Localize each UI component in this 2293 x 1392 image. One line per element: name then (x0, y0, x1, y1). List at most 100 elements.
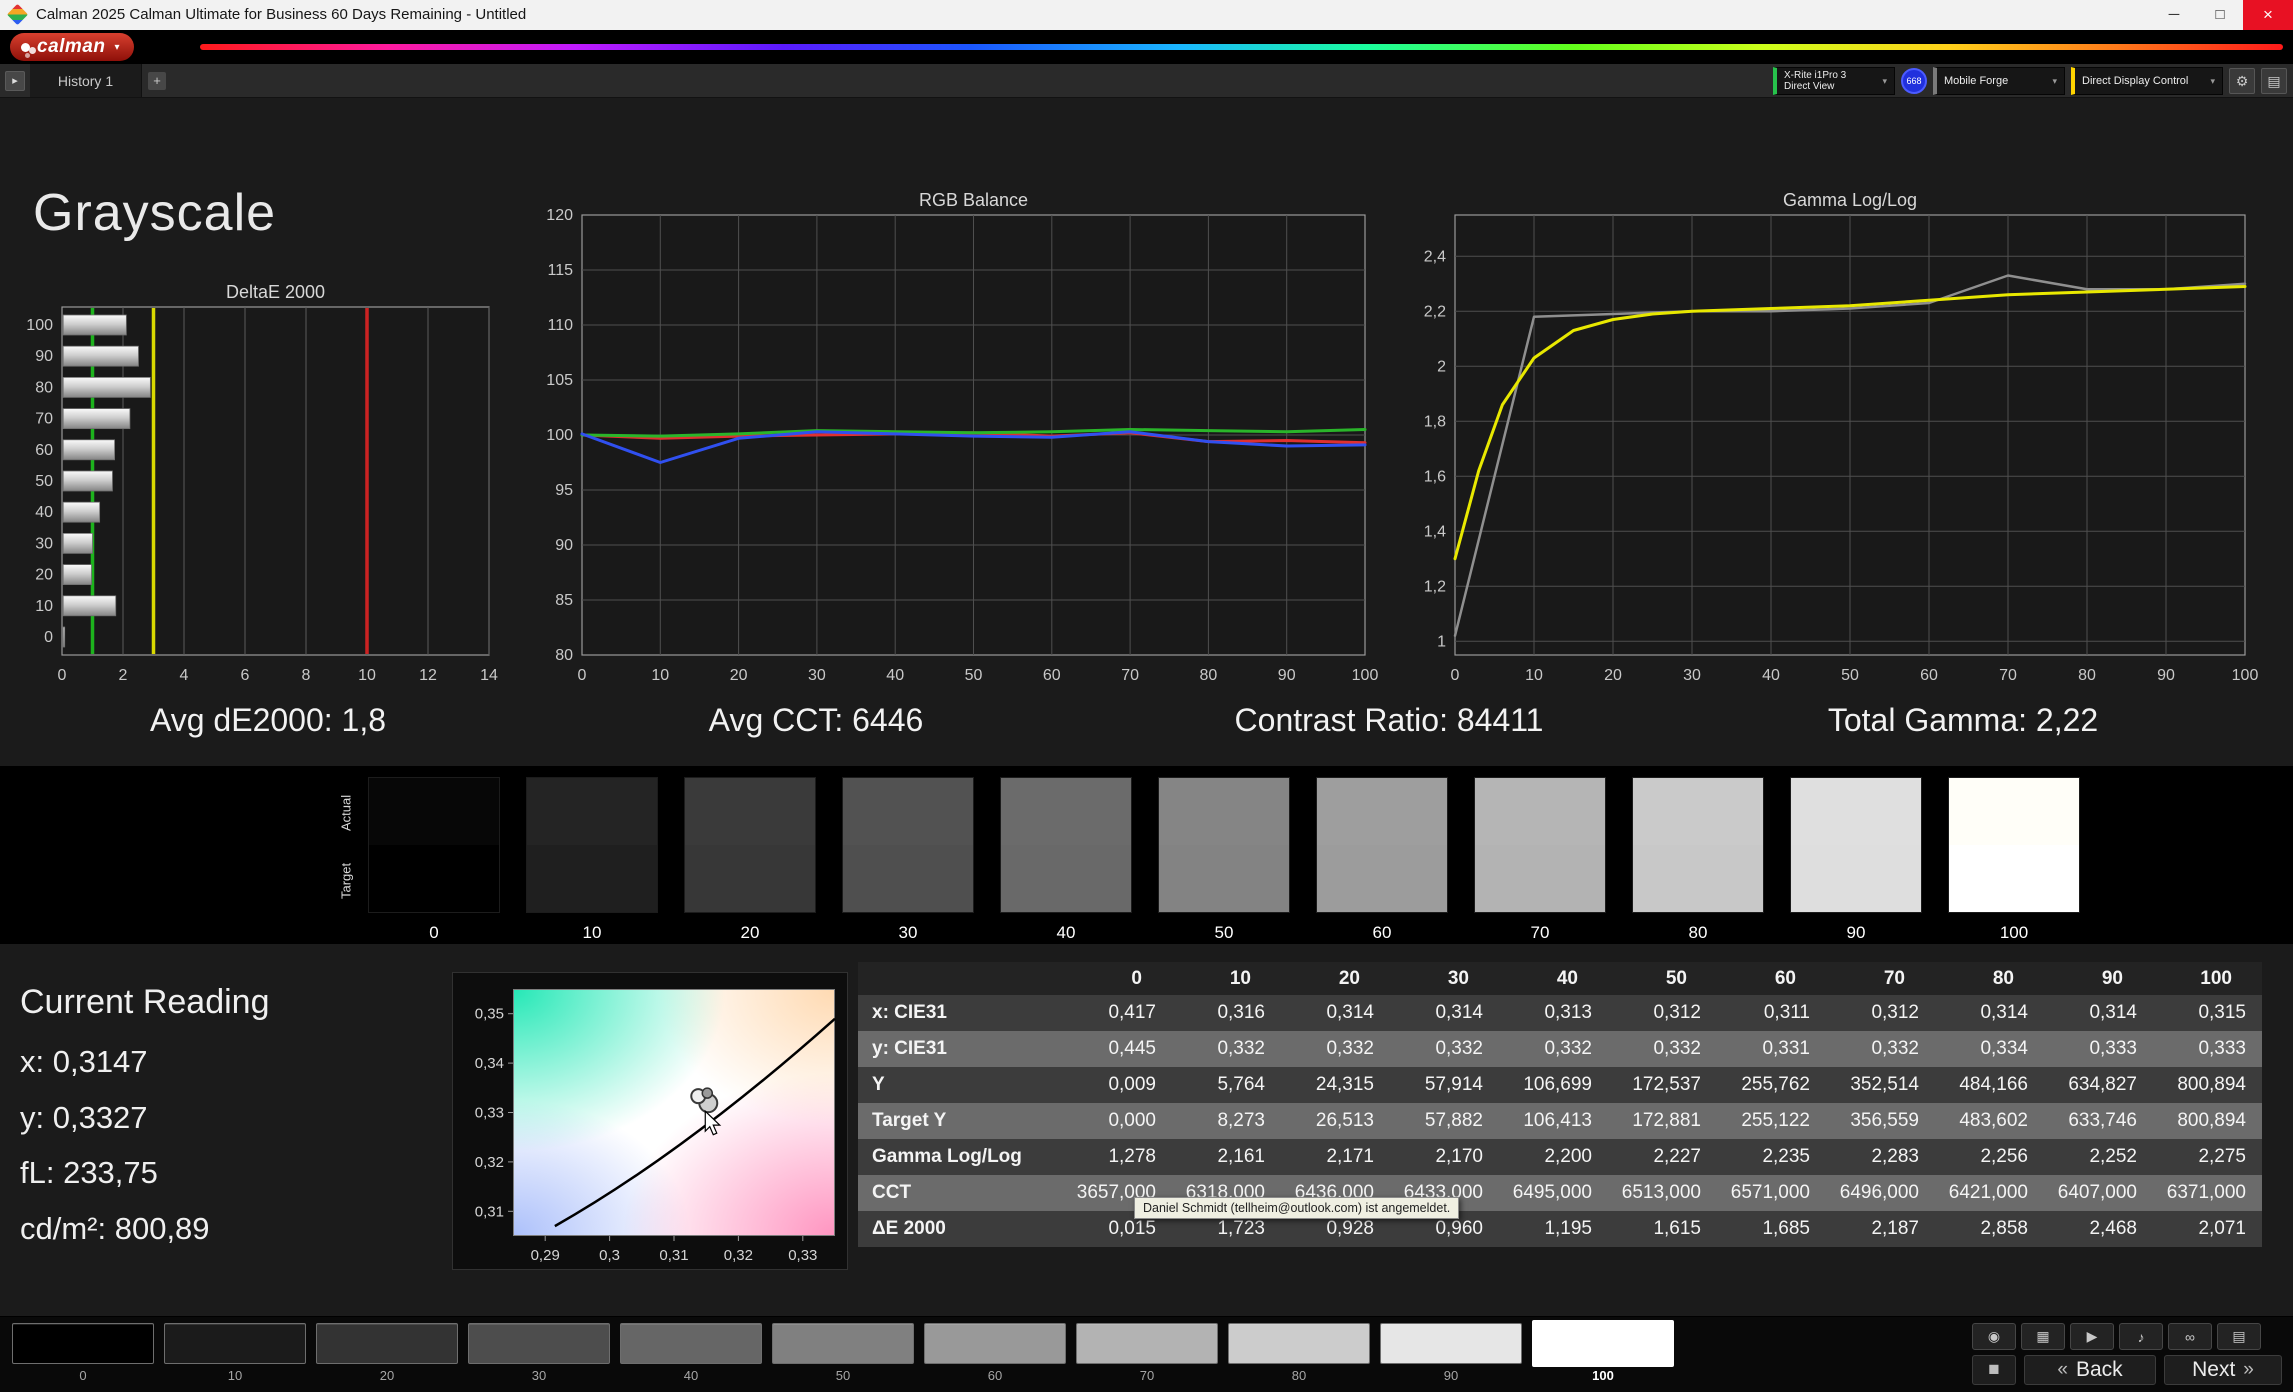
swatch-actual (1791, 778, 1921, 845)
grayscale-swatch-30 (842, 777, 974, 913)
pattern-patch-button-30[interactable]: 30 (468, 1323, 610, 1383)
table-cell: 0,314 (1326, 1002, 1374, 1023)
table-cell: 2,283 (1871, 1146, 1919, 1167)
table-cell: 0,332 (1653, 1038, 1701, 1059)
pattern-patch-button-80[interactable]: 80 (1228, 1323, 1370, 1383)
swatch-actual (1633, 778, 1763, 845)
table-cell: 1,195 (1544, 1218, 1592, 1239)
patch-swatch (924, 1323, 1066, 1364)
table-cell: 0,332 (1217, 1038, 1265, 1059)
add-tab-button[interactable]: + (148, 72, 166, 90)
pattern-patch-button-0[interactable]: 0 (12, 1323, 154, 1383)
grayscale-swatch-100 (1948, 777, 2080, 913)
svg-text:80: 80 (1200, 667, 1218, 684)
patch-swatch (164, 1323, 306, 1364)
next-button[interactable]: Next » (2164, 1355, 2282, 1385)
table-corner (858, 962, 1063, 995)
list-icon[interactable]: ▤ (2217, 1323, 2261, 1350)
pattern-patch-button-70[interactable]: 70 (1076, 1323, 1218, 1383)
meter-status-badge: 668 (1901, 68, 1927, 94)
display-control-selector[interactable]: Direct Display Control ▾ (2071, 67, 2223, 95)
patch-swatch (1380, 1323, 1522, 1364)
source-selector[interactable]: Mobile Forge ▾ (1933, 67, 2065, 95)
pattern-patch-button-50[interactable]: 50 (772, 1323, 914, 1383)
patch-level-label: 20 (379, 1368, 395, 1383)
pattern-patch-button-90[interactable]: 90 (1380, 1323, 1522, 1383)
svg-text:14: 14 (480, 667, 498, 684)
pattern-patch-button-100[interactable]: 100 (1532, 1320, 1674, 1383)
pattern-patch-button-60[interactable]: 60 (924, 1323, 1066, 1383)
table-cell: 0,334 (1980, 1038, 2028, 1059)
stop-icon: ■ (1988, 1359, 2000, 1380)
pattern-patch-button-10[interactable]: 10 (164, 1323, 306, 1383)
column-header: 100 (2153, 962, 2262, 995)
svg-text:30: 30 (808, 667, 826, 684)
contrast-ratio-stat: Contrast Ratio: 84411 (1234, 702, 1544, 738)
calman-logo-menu[interactable]: calman ▾ (10, 33, 134, 61)
table-cell: 57,882 (1424, 1110, 1483, 1131)
table-cell: 0,417 (1108, 1002, 1156, 1023)
table-cell: 6513,000 (1621, 1182, 1701, 1203)
meter-selector[interactable]: X-Rite i1Pro 3 Direct View ▾ (1773, 67, 1895, 95)
swatch-actual (1475, 778, 1605, 845)
svg-text:0,31: 0,31 (659, 1247, 688, 1264)
table-cell: 6495,000 (1512, 1182, 1592, 1203)
spectrum-gradient-bar (200, 44, 2283, 50)
settings-gear-button[interactable]: ⚙ (2229, 68, 2255, 94)
grid-icon[interactable]: ▦ (2021, 1323, 2065, 1350)
table-row: ΔE 2000 0,015 1,723 0,928 0,960 1,195 1,615 1,6… (858, 1211, 2262, 1247)
svg-text:80: 80 (555, 647, 573, 664)
table-cell: 2,200 (1544, 1146, 1592, 1167)
svg-text:115: 115 (547, 262, 573, 279)
pattern-patch-button-40[interactable]: 40 (620, 1323, 762, 1383)
swatch-target (685, 845, 815, 912)
svg-text:40: 40 (1762, 667, 1780, 684)
svg-text:30: 30 (1683, 667, 1701, 684)
svg-text:1,2: 1,2 (1424, 578, 1446, 595)
patch-level-label: 90 (1443, 1368, 1459, 1383)
close-button[interactable]: × (2243, 0, 2293, 30)
svg-text:90: 90 (2157, 667, 2175, 684)
svg-text:90: 90 (35, 348, 53, 365)
svg-text:4: 4 (180, 667, 189, 684)
history-panel-toggle[interactable]: ▸ (5, 71, 25, 91)
table-cell: 172,881 (1632, 1110, 1701, 1131)
table-cell: 6407,000 (2057, 1182, 2137, 1203)
play-icon[interactable]: ▶ (2070, 1323, 2114, 1350)
row-label: ΔE 2000 (872, 1218, 946, 1239)
note-icon[interactable]: ♪ (2119, 1323, 2163, 1350)
svg-text:0: 0 (44, 629, 53, 646)
layout-button[interactable]: ▤ (2261, 68, 2287, 94)
stop-button[interactable]: ■ (1972, 1355, 2016, 1385)
swatch-level-label: 30 (898, 923, 918, 942)
current-reading-title: Current Reading (20, 983, 270, 1021)
table-cell: 2,252 (2089, 1146, 2137, 1167)
patch-level-label: 10 (227, 1368, 243, 1383)
avg-de2000-stat: Avg dE2000: 1,8 (149, 702, 387, 738)
swatch-target (1633, 845, 1763, 912)
rewind-icon: « (2057, 1359, 2068, 1380)
table-cell: 2,235 (1762, 1146, 1810, 1167)
table-cell: 0,313 (1544, 1002, 1592, 1023)
table-cell: 2,187 (1871, 1218, 1919, 1239)
table-cell: 1,278 (1108, 1146, 1156, 1167)
grayscale-swatch-0 (368, 777, 500, 913)
pattern-patch-button-20[interactable]: 20 (316, 1323, 458, 1383)
patch-swatch (468, 1323, 610, 1364)
maximize-button[interactable]: □ (2197, 0, 2243, 30)
svg-text:1,8: 1,8 (1424, 413, 1446, 430)
tab-history-1[interactable]: History 1 (30, 64, 142, 97)
patch-level-label: 50 (835, 1368, 851, 1383)
record-icon[interactable]: ◉ (1972, 1323, 2016, 1350)
back-button[interactable]: « Back (2024, 1355, 2156, 1385)
swatch-target (843, 845, 973, 912)
table-row: Y 0,009 5,764 24,315 57,914 106,699 172,537 255… (858, 1067, 2262, 1103)
grayscale-swatch-90 (1790, 777, 1922, 913)
svg-text:0,34: 0,34 (475, 1055, 504, 1072)
minimize-button[interactable]: ─ (2151, 0, 2197, 30)
table-cell: 0,311 (1763, 1002, 1810, 1023)
patch-level-label: 60 (987, 1368, 1003, 1383)
column-header: 40 (1499, 962, 1608, 995)
loop-icon[interactable]: ∞ (2168, 1323, 2212, 1350)
svg-text:80: 80 (35, 379, 53, 396)
